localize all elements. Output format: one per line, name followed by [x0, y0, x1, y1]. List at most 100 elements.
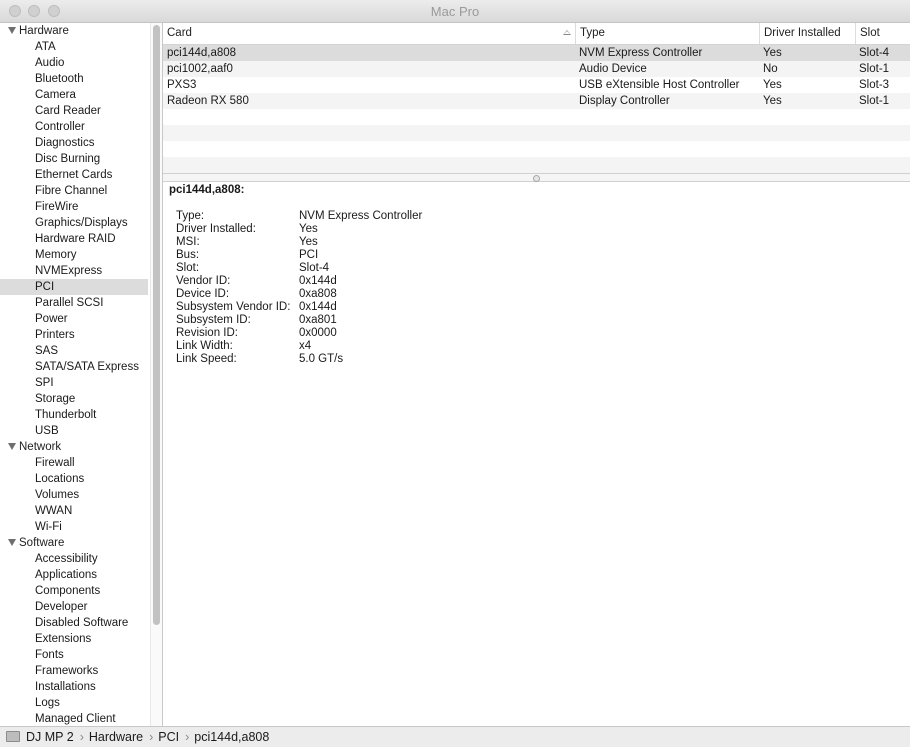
sidebar-item-printers[interactable]: Printers: [0, 327, 148, 343]
table-row[interactable]: Radeon RX 580 Display Controller Yes Slot-1: [163, 93, 910, 109]
cell-slot: Slot-1: [859, 63, 890, 75]
property-value: 0x144d: [299, 275, 337, 287]
property-label: Subsystem Vendor ID:: [176, 301, 291, 313]
sidebar-group-label: Software: [19, 537, 65, 549]
property-value: 0x0000: [299, 327, 337, 339]
sidebar-item-fibre-channel[interactable]: Fibre Channel: [0, 183, 148, 199]
pane-divider[interactable]: [163, 173, 910, 182]
sidebar-group-label: Network: [19, 441, 62, 453]
property-label: Revision ID:: [176, 327, 238, 339]
sidebar-item-pci[interactable]: PCI: [0, 279, 148, 295]
detail-title: pci144d,a808:: [169, 184, 245, 196]
property-value: Yes: [299, 236, 318, 248]
table-row[interactable]: pci1002,aaf0 Audio Device No Slot-1: [163, 61, 910, 77]
sidebar-item-volumes[interactable]: Volumes: [0, 487, 148, 503]
sidebar-item-wi-fi[interactable]: Wi-Fi: [0, 519, 148, 535]
empty-table-row: [163, 109, 910, 125]
sidebar-item-applications[interactable]: Applications: [0, 567, 148, 583]
sidebar-item-ethernet-cards[interactable]: Ethernet Cards: [0, 167, 148, 183]
sidebar-item-graphics-displays[interactable]: Graphics/Displays: [0, 215, 148, 231]
table-row[interactable]: pci144d,a808 NVM Express Controller Yes Slo…: [163, 45, 910, 61]
cell-slot: Slot-1: [859, 95, 890, 107]
chevron-right-icon: ›: [149, 730, 154, 744]
sidebar-item-components[interactable]: Components: [0, 583, 148, 599]
property-label: Bus:: [176, 249, 200, 261]
sidebar-item-firewall[interactable]: Firewall: [0, 455, 148, 471]
sidebar-scroll-thumb[interactable]: [153, 25, 160, 625]
property-label: Type:: [176, 210, 205, 222]
sidebar-item-power[interactable]: Power: [0, 311, 148, 327]
property-value: 0xa801: [299, 314, 337, 326]
window-title: Mac Pro: [430, 4, 480, 19]
sidebar-item-managed-client[interactable]: Managed Client: [0, 711, 148, 726]
breadcrumb-item-pci144d-a808[interactable]: pci144d,a808: [194, 730, 269, 744]
sidebar-item-thunderbolt[interactable]: Thunderbolt: [0, 407, 148, 423]
property-label: Vendor ID:: [176, 275, 231, 287]
disclosure-triangle-icon[interactable]: [8, 539, 16, 546]
property-value: Yes: [299, 223, 318, 235]
title-bar: Mac Pro: [0, 0, 910, 23]
property-label: Driver Installed:: [176, 223, 256, 235]
sidebar-item-disc-burning[interactable]: Disc Burning: [0, 151, 148, 167]
table-row[interactable]: PXS3 USB eXtensible Host Controller Yes Slo…: [163, 77, 910, 93]
sidebar-group-network[interactable]: Network: [0, 439, 148, 455]
disclosure-triangle-icon[interactable]: [8, 443, 16, 450]
cell-slot: Slot-4: [859, 47, 890, 59]
sidebar-item-usb[interactable]: USB: [0, 423, 148, 439]
sidebar-item-wwan[interactable]: WWAN: [0, 503, 148, 519]
cell-type: Display Controller: [579, 95, 670, 107]
property-value: 5.0 GT/s: [299, 353, 344, 365]
empty-table-row: [163, 125, 910, 141]
cell-card: pci144d,a808: [167, 47, 237, 59]
sidebar-item-camera[interactable]: Camera: [0, 87, 148, 103]
sidebar-item-developer[interactable]: Developer: [0, 599, 148, 615]
sidebar-item-sas[interactable]: SAS: [0, 343, 148, 359]
sidebar-item-parallel-scsi[interactable]: Parallel SCSI: [0, 295, 148, 311]
sidebar-group-software[interactable]: Software: [0, 535, 148, 551]
sidebar-group-hardware[interactable]: Hardware: [0, 23, 148, 39]
device-table: Card Type Driver Installed Slot pci144d,…: [163, 23, 910, 173]
sidebar-item-ata[interactable]: ATA: [0, 39, 148, 55]
sidebar-item-storage[interactable]: Storage: [0, 391, 148, 407]
property-label: Link Speed:: [176, 353, 237, 365]
sidebar-item-extensions[interactable]: Extensions: [0, 631, 148, 647]
cell-driver-installed: Yes: [763, 79, 782, 91]
sidebar-item-accessibility[interactable]: Accessibility: [0, 551, 148, 567]
sidebar-item-card-reader[interactable]: Card Reader: [0, 103, 148, 119]
sidebar-item-hardware-raid[interactable]: Hardware RAID: [0, 231, 148, 247]
column-header-slot[interactable]: Slot: [855, 23, 910, 44]
cell-card: PXS3: [167, 79, 197, 91]
breadcrumb-item-pci[interactable]: PCI: [158, 730, 179, 744]
breadcrumb: DJ MP 2 › Hardware › PCI › pci144d,a808: [26, 727, 269, 747]
sidebar-item-spi[interactable]: SPI: [0, 375, 148, 391]
sidebar-item-bluetooth[interactable]: Bluetooth: [0, 71, 148, 87]
cell-type: NVM Express Controller: [579, 47, 703, 59]
sidebar-item-firewire[interactable]: FireWire: [0, 199, 148, 215]
column-header-driver-installed[interactable]: Driver Installed: [759, 23, 855, 44]
disclosure-triangle-icon[interactable]: [8, 27, 16, 34]
breadcrumb-item-dj-mp-2[interactable]: DJ MP 2: [26, 730, 74, 744]
sidebar-item-disabled-software[interactable]: Disabled Software: [0, 615, 148, 631]
column-header-type[interactable]: Type: [575, 23, 759, 44]
cell-driver-installed: Yes: [763, 95, 782, 107]
sidebar-item-fonts[interactable]: Fonts: [0, 647, 148, 663]
property-value: 0xa808: [299, 288, 337, 300]
column-header-card[interactable]: Card: [163, 23, 575, 44]
sidebar-item-sata-sata-express[interactable]: SATA/SATA Express: [0, 359, 148, 375]
sidebar-item-memory[interactable]: Memory: [0, 247, 148, 263]
property-value: x4: [299, 340, 312, 352]
sidebar-item-logs[interactable]: Logs: [0, 695, 148, 711]
sidebar-item-installations[interactable]: Installations: [0, 679, 148, 695]
sidebar-item-locations[interactable]: Locations: [0, 471, 148, 487]
sidebar-item-controller[interactable]: Controller: [0, 119, 148, 135]
sidebar-item-frameworks[interactable]: Frameworks: [0, 663, 148, 679]
sidebar-item-audio[interactable]: Audio: [0, 55, 148, 71]
detail-pane: pci144d,a808: Type: NVM Express Controlle…: [163, 182, 910, 726]
path-bar: DJ MP 2 › Hardware › PCI › pci144d,a808: [0, 726, 910, 747]
sidebar-item-nvmexpress[interactable]: NVMExpress: [0, 263, 148, 279]
property-label: Subsystem ID:: [176, 314, 251, 326]
divider-grip-icon[interactable]: [533, 175, 540, 182]
breadcrumb-item-hardware[interactable]: Hardware: [89, 730, 143, 744]
sidebar-item-diagnostics[interactable]: Diagnostics: [0, 135, 148, 151]
property-value: Slot-4: [299, 262, 330, 274]
